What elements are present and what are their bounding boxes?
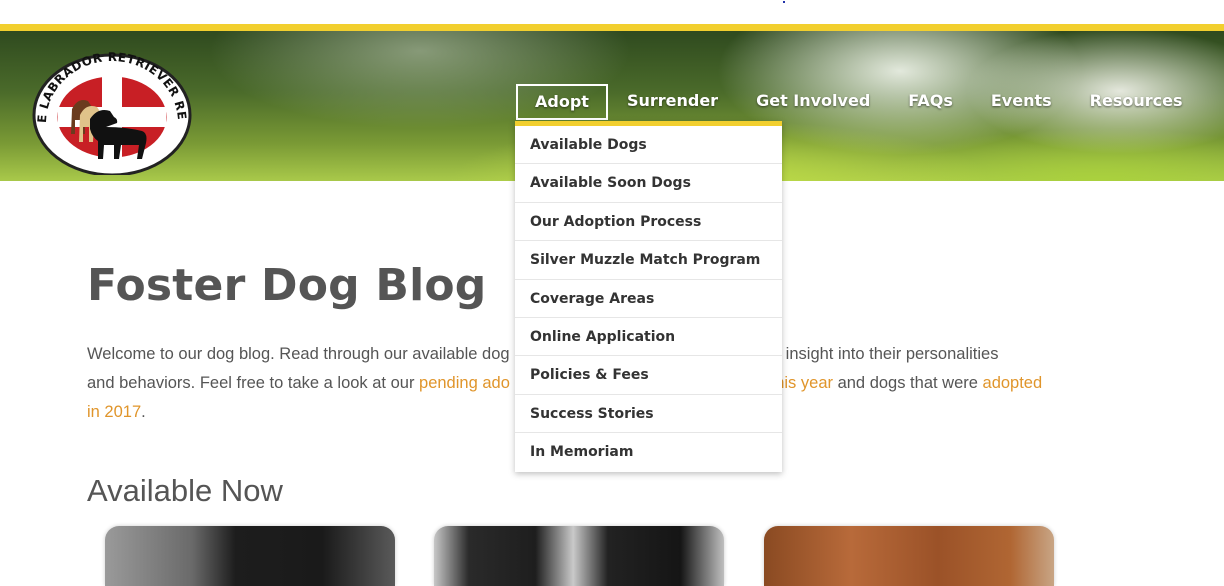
intro-text-5: . (141, 403, 146, 421)
stray-pixel (783, 1, 785, 3)
section-title-available-now: Available Now (87, 473, 283, 508)
nav-faqs[interactable]: FAQs (889, 84, 972, 118)
menu-item-available-dogs[interactable]: Available Dogs (515, 126, 782, 165)
rescue-logo[interactable]: BROOKLINE LABRADOR RETRIEVER RESCUE, INC… (28, 45, 196, 175)
menu-item-policies-fees[interactable]: Policies & Fees (515, 356, 782, 395)
menu-item-silver-muzzle[interactable]: Silver Muzzle Match Program (515, 241, 782, 280)
gold-accent-bar (0, 24, 1224, 31)
nav-resources[interactable]: Resources (1071, 84, 1202, 118)
intro-text-4: and dogs that were (833, 374, 983, 392)
dog-card-1[interactable] (105, 526, 395, 586)
menu-item-success-stories[interactable]: Success Stories (515, 395, 782, 434)
top-strip (0, 0, 1224, 24)
adopt-dropdown-menu: Available Dogs Available Soon Dogs Our A… (515, 121, 782, 472)
nav-adopt[interactable]: Adopt (516, 84, 608, 120)
main-nav: Adopt Surrender Get Involved FAQs Events… (516, 84, 1201, 122)
adopted-2017-link[interactable]: adopted (983, 374, 1043, 392)
menu-item-adoption-process[interactable]: Our Adoption Process (515, 203, 782, 242)
nav-surrender[interactable]: Surrender (608, 84, 737, 118)
nav-get-involved[interactable]: Get Involved (737, 84, 889, 118)
menu-item-in-memoriam[interactable]: In Memoriam (515, 433, 782, 471)
dog-card-2[interactable] (434, 526, 724, 586)
intro-text-3: and behaviors. Feel free to take a look … (87, 374, 420, 392)
menu-item-online-application[interactable]: Online Application (515, 318, 782, 357)
intro-text-1: Welcome to our dog blog. Read through ou… (87, 345, 510, 363)
dog-card-3[interactable] (764, 526, 1054, 586)
pending-adoptions-link[interactable]: pending ado (419, 374, 510, 392)
adopted-2017-link-cont[interactable]: in 2017 (87, 403, 141, 421)
menu-item-available-soon-dogs[interactable]: Available Soon Dogs (515, 164, 782, 203)
nav-events[interactable]: Events (972, 84, 1071, 118)
menu-item-coverage-areas[interactable]: Coverage Areas (515, 280, 782, 318)
